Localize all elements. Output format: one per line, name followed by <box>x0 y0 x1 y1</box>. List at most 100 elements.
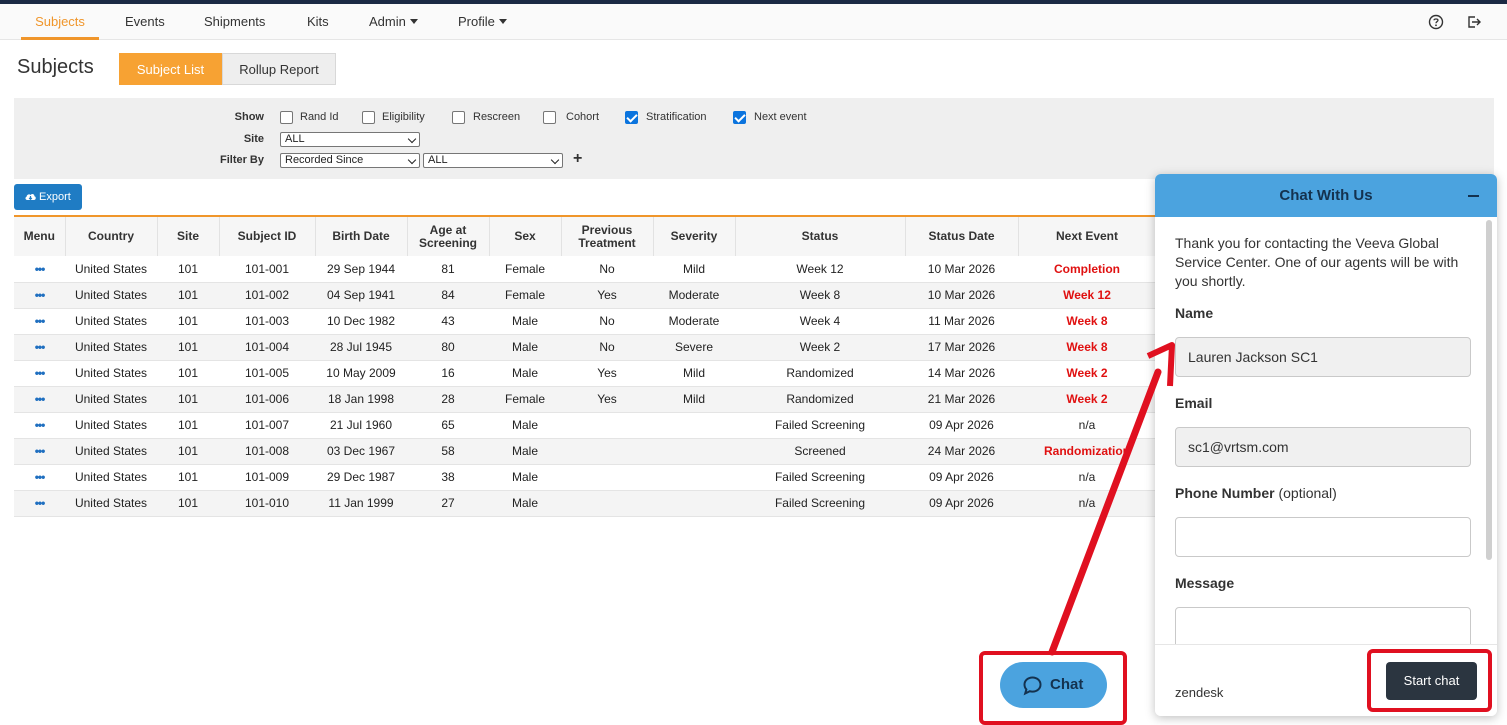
nav-kits[interactable]: Kits <box>307 4 329 40</box>
table-cell: 10 Dec 1982 <box>315 308 407 335</box>
row-menu-icon[interactable]: ••• <box>35 392 46 406</box>
name-field[interactable]: Lauren Jackson SC1 <box>1175 337 1471 377</box>
table-cell: 27 <box>407 490 489 517</box>
cloud-download-icon <box>25 193 36 201</box>
table-cell: 101 <box>157 282 219 309</box>
nav-subjects[interactable]: Subjects <box>21 4 99 40</box>
column-header[interactable]: Birth Date <box>315 217 408 256</box>
table-row[interactable]: ••• United States 101 101-002 04 Sep 1941 84 F… <box>14 282 1156 309</box>
row-menu-icon[interactable]: ••• <box>35 366 46 380</box>
table-cell: No <box>561 256 653 283</box>
column-header[interactable]: Severity <box>653 217 736 256</box>
show-checkbox-cohort[interactable] <box>543 111 556 124</box>
filter-value-select[interactable]: ALL <box>423 153 563 168</box>
site-select[interactable]: ALL <box>280 132 420 147</box>
table-cell: Female <box>489 256 561 283</box>
phone-field[interactable] <box>1175 517 1471 557</box>
table-cell: 11 Mar 2026 <box>905 308 1018 335</box>
row-menu-icon[interactable]: ••• <box>35 314 46 328</box>
show-checkbox-label: Eligibility <box>382 111 425 123</box>
row-menu-icon[interactable]: ••• <box>35 288 46 302</box>
table-cell: United States <box>65 308 157 335</box>
nav-events[interactable]: Events <box>125 4 165 40</box>
table-cell: 101 <box>157 490 219 517</box>
table-cell: 101 <box>157 464 219 491</box>
table-row[interactable]: ••• United States 101 101-001 29 Sep 1944 81 F… <box>14 256 1156 283</box>
column-header[interactable]: Site <box>157 217 220 256</box>
show-checkbox-rand-id[interactable] <box>280 111 293 124</box>
table-cell: United States <box>65 438 157 465</box>
chevron-down-icon <box>407 155 417 165</box>
table-cell: 101-008 <box>219 438 315 465</box>
help-circle-icon[interactable] <box>1428 14 1444 30</box>
column-header[interactable]: Next Event <box>1018 217 1157 256</box>
row-menu-cell: ••• <box>14 282 65 309</box>
minimize-icon[interactable] <box>1468 195 1479 197</box>
show-checkbox-rescreen[interactable] <box>452 111 465 124</box>
logout-icon[interactable] <box>1466 14 1482 30</box>
export-label: Export <box>39 191 71 203</box>
table-cell: 18 Jan 1998 <box>315 386 407 413</box>
table-cell: 80 <box>407 334 489 361</box>
row-menu-icon[interactable]: ••• <box>35 470 46 484</box>
row-menu-icon[interactable]: ••• <box>35 418 46 432</box>
show-checkbox-label: Next event <box>754 111 807 123</box>
table-row[interactable]: ••• United States 101 101-005 10 May 2009 16 M… <box>14 360 1156 387</box>
nav-admin-label: Admin <box>369 14 406 29</box>
table-cell: 17 Mar 2026 <box>905 334 1018 361</box>
table-cell: 11 Jan 1999 <box>315 490 407 517</box>
table-cell: 101-003 <box>219 308 315 335</box>
export-button[interactable]: Export <box>14 184 82 210</box>
row-menu-icon[interactable]: ••• <box>35 340 46 354</box>
column-header[interactable]: Status Date <box>905 217 1019 256</box>
table-row[interactable]: ••• United States 101 101-008 03 Dec 1967 58 M… <box>14 438 1156 465</box>
table-cell: United States <box>65 282 157 309</box>
table-cell: Male <box>489 490 561 517</box>
table-cell: 43 <box>407 308 489 335</box>
table-row[interactable]: ••• United States 101 101-010 11 Jan 1999 27 M… <box>14 490 1156 517</box>
row-menu-icon[interactable]: ••• <box>35 496 46 510</box>
phone-optional-text: (optional) <box>1278 485 1337 501</box>
column-header[interactable]: Sex <box>489 217 562 256</box>
filter-by-select[interactable]: Recorded Since <box>280 153 420 168</box>
column-header[interactable]: Menu <box>14 217 66 256</box>
column-header[interactable]: Status <box>735 217 906 256</box>
table-row[interactable]: ••• United States 101 101-004 28 Jul 1945 80 M… <box>14 334 1156 361</box>
show-checkbox-eligibility[interactable] <box>362 111 375 124</box>
row-menu-icon[interactable]: ••• <box>35 444 46 458</box>
nav-profile[interactable]: Profile <box>458 4 507 40</box>
table-cell: United States <box>65 464 157 491</box>
table-cell: Week 4 <box>735 308 905 335</box>
chat-scrollbar[interactable] <box>1486 220 1492 560</box>
table-cell: 101 <box>157 308 219 335</box>
table-cell: 101 <box>157 386 219 413</box>
column-header[interactable]: Previous Treatment <box>561 217 654 256</box>
show-checkbox-label: Stratification <box>646 111 707 123</box>
table-row[interactable]: ••• United States 101 101-003 10 Dec 1982 43 M… <box>14 308 1156 335</box>
table-cell: 04 Sep 1941 <box>315 282 407 309</box>
table-row[interactable]: ••• United States 101 101-009 29 Dec 1987 38 M… <box>14 464 1156 491</box>
subjects-table: Menu Country Site Subject ID Birth Date Age a… <box>14 215 1157 517</box>
table-cell: Randomized <box>735 386 905 413</box>
table-row[interactable]: ••• United States 101 101-006 18 Jan 1998 28 F… <box>14 386 1156 413</box>
table-cell: 101-009 <box>219 464 315 491</box>
column-header[interactable]: Age at Screening <box>407 217 490 256</box>
nav-shipments[interactable]: Shipments <box>204 4 265 40</box>
tab-rollup-report[interactable]: Rollup Report <box>222 53 336 85</box>
show-checkbox-next-event[interactable] <box>733 111 746 124</box>
add-filter-button[interactable]: + <box>573 150 582 168</box>
chat-title: Chat With Us <box>1279 187 1373 204</box>
row-menu-icon[interactable]: ••• <box>35 262 46 276</box>
nav-admin[interactable]: Admin <box>369 4 418 40</box>
column-header[interactable]: Subject ID <box>219 217 316 256</box>
column-header[interactable]: Country <box>65 217 158 256</box>
table-cell: Male <box>489 360 561 387</box>
zendesk-logo: zendesk <box>1175 685 1224 700</box>
table-row[interactable]: ••• United States 101 101-007 21 Jul 1960 65 M… <box>14 412 1156 439</box>
chat-intro-text: Thank you for contacting the Veeva Globa… <box>1175 235 1459 289</box>
tab-subject-list[interactable]: Subject List <box>119 53 222 85</box>
email-field[interactable]: sc1@vrtsm.com <box>1175 427 1471 467</box>
table-cell: Male <box>489 464 561 491</box>
show-checkbox-stratification[interactable] <box>625 111 638 124</box>
table-cell: Week 2 <box>1018 386 1156 413</box>
